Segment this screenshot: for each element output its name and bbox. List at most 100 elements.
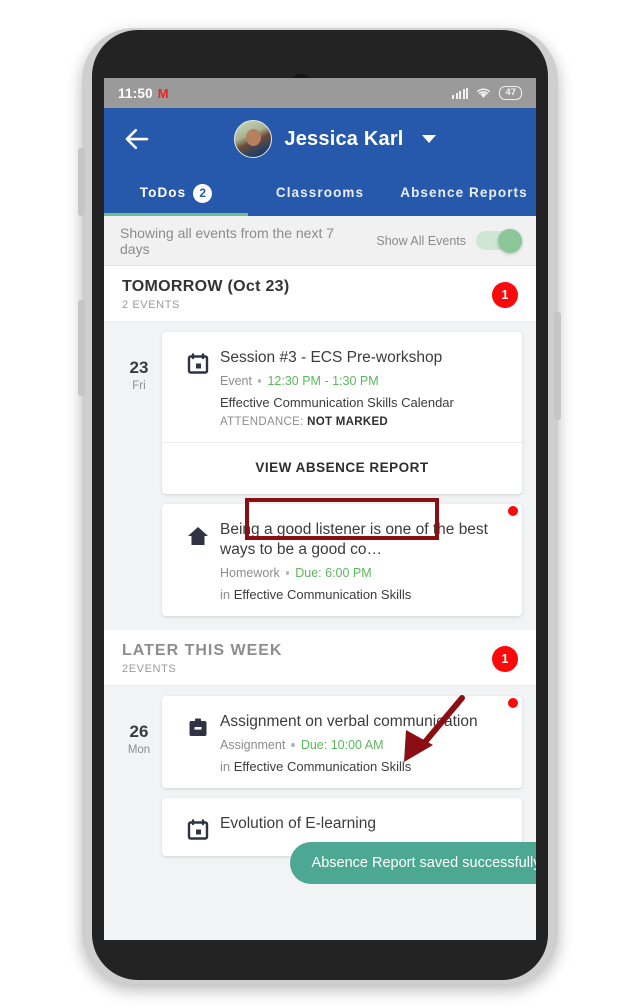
avatar <box>234 120 273 158</box>
event-attendance: ATTENDANCE: NOT MARKED <box>220 416 506 428</box>
screenshot-root: 11:50 M 47 Jessica Karl ToDos 2 Classroo… <box>0 0 640 1008</box>
event-subtitle: in Effective Communication Skills <box>220 759 506 774</box>
home-icon <box>188 527 208 545</box>
event-card-body: Session #3 - ECS Pre-workshop Event 12:3… <box>162 332 522 442</box>
event-text-column: Session #3 - ECS Pre-workshop Event 12:3… <box>220 348 506 428</box>
event-day-name: Fri <box>132 380 146 392</box>
wifi-icon <box>477 88 491 98</box>
event-meta: Homework Due: 6:00 PM <box>220 566 506 580</box>
list-item[interactable]: 26 Mon Assignment on verbal communicatio… <box>104 686 536 788</box>
event-kind: Event <box>220 374 252 388</box>
toggle-knob <box>498 228 522 253</box>
tab-todos-count: 2 <box>193 183 213 203</box>
tab-absence-reports[interactable]: Absence Reports <box>392 170 536 216</box>
event-time: 12:30 PM - 1:30 PM <box>267 374 379 388</box>
event-title: Evolution of E-learning <box>220 815 376 832</box>
event-subtitle-prefix: in <box>220 587 234 602</box>
event-title: Session #3 - ECS Pre-workshop <box>220 349 443 366</box>
app-bar-top: Jessica Karl <box>104 108 536 170</box>
event-day-number: 23 <box>129 358 149 377</box>
unread-indicator <box>508 506 518 516</box>
section-header-later-this-week: LATER THIS WEEK 2EVENTS 1 <box>104 630 536 686</box>
event-icon-column <box>176 348 220 428</box>
app-bar: Jessica Karl ToDos 2 Classrooms Absence … <box>104 108 536 216</box>
separator-dot <box>291 743 295 747</box>
event-day-name: Mon <box>127 744 151 756</box>
phone-side-button-volume-down[interactable] <box>78 300 85 396</box>
section-header-tomorrow-text: TOMORROW (Oct 23) 2 EVENTS <box>122 278 289 311</box>
filter-bar: Showing all events from the next 7 days … <box>104 216 536 266</box>
event-card[interactable]: Being a good listener is one of the best… <box>162 504 522 616</box>
tab-absence-reports-label: Absence Reports <box>400 185 528 200</box>
event-icon-column <box>176 712 220 774</box>
tab-todos[interactable]: ToDos 2 <box>104 170 248 216</box>
attendance-label: ATTENDANCE: <box>220 416 304 428</box>
profile-switcher[interactable]: Jessica Karl <box>152 120 518 158</box>
status-bar-clock: 11:50 <box>118 85 153 101</box>
event-card-body: Being a good listener is one of the best… <box>162 504 522 616</box>
status-badge: 1 <box>492 645 518 672</box>
event-date-column <box>116 798 162 856</box>
battery-indicator: 47 <box>499 86 522 100</box>
separator-dot <box>285 571 290 575</box>
event-date-column: 26 Mon <box>116 696 162 788</box>
event-subtitle-text: Effective Communication Skills <box>233 587 412 602</box>
show-all-events-label: Show All Events <box>376 233 466 248</box>
status-badge: 1 <box>492 281 518 308</box>
calendar-icon <box>187 353 209 374</box>
tab-classrooms[interactable]: Classrooms <box>248 170 392 216</box>
event-text-column: Being a good listener is one of the best… <box>220 520 506 602</box>
event-date-column: 23 Fri <box>116 332 162 494</box>
event-meta: Assignment Due: 10:00 AM <box>220 738 506 752</box>
tab-todos-label: ToDos <box>139 185 187 200</box>
toast-notification: Absence Report saved successfully <box>290 842 536 884</box>
clipboard-icon <box>189 718 207 736</box>
event-kind: Homework <box>220 566 280 580</box>
event-subtitle: in Effective Communication Skills <box>220 587 506 602</box>
event-card[interactable]: Assignment on verbal communication Assig… <box>162 696 522 788</box>
back-arrow-icon[interactable] <box>122 124 152 154</box>
event-card[interactable]: Session #3 - ECS Pre-workshop Event 12:3… <box>162 332 522 494</box>
event-meta: Event 12:30 PM - 1:30 PM <box>220 374 506 388</box>
attendance-value: NOT MARKED <box>307 416 389 428</box>
section-subtitle: 2 EVENTS <box>122 299 180 311</box>
event-subtitle: Effective Communication Skills Calendar <box>220 395 454 410</box>
status-bar-right: 47 <box>452 86 522 100</box>
event-card-footer: VIEW ABSENCE REPORT <box>162 442 522 494</box>
user-name: Jessica Karl <box>284 127 404 150</box>
list-item[interactable]: Being a good listener is one of the best… <box>104 494 536 616</box>
event-time: Due: 10:00 AM <box>300 738 384 752</box>
tab-bar: ToDos 2 Classrooms Absence Reports <box>104 170 536 216</box>
section-title: TOMORROW (Oct 23) <box>122 278 290 295</box>
section-subtitle: 2EVENTS <box>122 663 177 675</box>
event-icon-column <box>176 814 220 842</box>
status-bar: 11:50 M 47 <box>104 78 536 108</box>
event-subtitle-text: Effective Communication Skills <box>233 759 412 774</box>
separator-dot <box>257 379 262 383</box>
event-card-body: Assignment on verbal communication Assig… <box>162 696 522 788</box>
phone-side-button-power[interactable] <box>554 312 561 420</box>
event-subtitle-prefix: in <box>220 759 234 774</box>
event-date-column <box>116 504 162 616</box>
show-all-events-toggle[interactable] <box>476 228 522 253</box>
event-title: Being a good listener is one of the best… <box>220 521 488 558</box>
phone-side-button-volume-up[interactable] <box>78 148 85 216</box>
status-bar-left: 11:50 M <box>118 85 169 101</box>
list-item[interactable]: 23 Fri Session #3 - ECS Pre-workshop Eve… <box>104 322 536 494</box>
event-title: Assignment on verbal communication <box>220 713 478 730</box>
event-text-column: Evolution of E-learning <box>220 814 506 842</box>
signal-bars-icon <box>452 87 469 99</box>
chevron-down-icon[interactable] <box>421 135 436 143</box>
tab-classrooms-label: Classrooms <box>275 185 365 200</box>
section-header-tomorrow: TOMORROW (Oct 23) 2 EVENTS 1 <box>104 266 536 322</box>
event-time: Due: 6:00 PM <box>295 566 372 580</box>
event-kind: Assignment <box>220 738 286 752</box>
section-title: LATER THIS WEEK <box>122 642 283 659</box>
unread-indicator <box>508 698 518 708</box>
calendar-icon <box>187 819 209 840</box>
filter-description: Showing all events from the next 7 days <box>120 224 335 257</box>
phone-screen: 11:50 M 47 Jessica Karl ToDos 2 Classroo… <box>104 78 536 940</box>
mm-icon: M <box>157 85 169 101</box>
view-absence-report-button[interactable]: VIEW ABSENCE REPORT <box>243 453 440 482</box>
